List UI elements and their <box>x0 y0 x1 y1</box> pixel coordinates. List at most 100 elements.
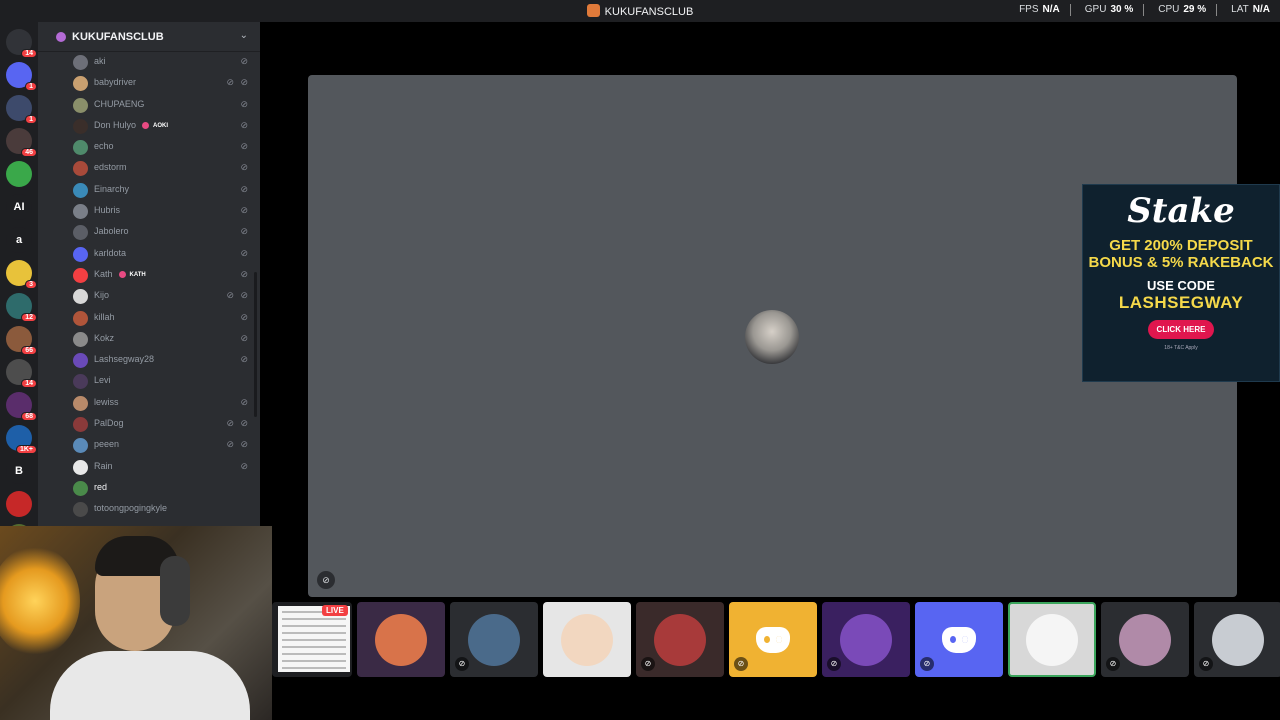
muted-mic-icon: ⊘ <box>240 268 248 279</box>
voice-member[interactable]: CHUPAENG ⊘ <box>38 95 260 116</box>
avatar <box>73 225 88 241</box>
headphones <box>160 556 190 626</box>
voice-member[interactable]: Jabolero ⊘ <box>38 222 260 243</box>
discord-server-icon[interactable]: 1 <box>6 62 37 91</box>
member-name: Einarchy <box>94 184 129 194</box>
member-name: Kath KATH <box>94 269 146 279</box>
muted-mic-icon: ⊘ <box>240 119 248 130</box>
speaker-avatar[interactable] <box>745 310 799 364</box>
member-name: edstorm <box>94 162 127 172</box>
ad-use-code: USE CODE <box>1147 278 1215 293</box>
participant-tile[interactable]: ⊘ <box>822 602 910 677</box>
voice-member[interactable]: killah ⊘ <box>38 308 260 329</box>
voice-member[interactable]: Kijo ⊘ ⊘ <box>38 286 260 307</box>
member-name: CHUPAENG <box>94 99 144 109</box>
member-name-text: babydriver <box>94 77 137 88</box>
participant-tile[interactable]: ⊘ <box>450 602 538 677</box>
voice-member[interactable]: Don Hulyo AOKI ⊘ <box>38 116 260 137</box>
participant-tile[interactable]: ⊘ <box>729 602 817 677</box>
voice-member[interactable]: PalDog ⊘ ⊘ <box>38 414 260 435</box>
muted-mic-icon: ⊘ <box>240 354 248 365</box>
discord-eye <box>950 635 956 643</box>
letter-server-icon[interactable]: a <box>6 227 32 253</box>
scrollbar[interactable] <box>254 272 257 417</box>
sponsor-ad[interactable]: Stake GET 200% DEPOSIT BONUS & 5% RAKEBA… <box>1082 184 1280 382</box>
voice-member[interactable]: Hubris ⊘ <box>38 201 260 222</box>
text-line <box>282 618 346 620</box>
participant-tile[interactable]: ⊘ <box>1101 602 1189 677</box>
member-name: totoongpogingkyle <box>94 503 167 513</box>
participant-tile[interactable]: LIVE <box>272 602 352 677</box>
participant-avatar <box>654 613 706 666</box>
voice-member[interactable]: totoongpogingkyle <box>38 499 260 520</box>
ai-server-icon[interactable]: AI <box>6 194 32 220</box>
voice-member[interactable]: Einarchy ⊘ <box>38 180 260 201</box>
member-name-text: Don Hulyo <box>94 119 137 130</box>
avatar <box>73 310 88 326</box>
participant-tile[interactable] <box>543 602 631 677</box>
discord-home-icon[interactable]: 14 <box>6 29 37 58</box>
stat-value: 30 % <box>1110 4 1134 15</box>
voice-member[interactable]: Rain ⊘ <box>38 457 260 478</box>
server-avatar-icon[interactable]: 46 <box>6 128 37 157</box>
voice-member[interactable]: karldota ⊘ <box>38 244 260 265</box>
server-avatar-icon[interactable]: 1 <box>6 95 37 124</box>
ad-click-button[interactable]: CLICK HERE <box>1147 320 1215 339</box>
member-name-text: CHUPAENG <box>94 98 145 109</box>
voice-member[interactable]: lewiss ⊘ <box>38 393 260 414</box>
pepe-server-icon[interactable] <box>6 161 32 187</box>
server-avatar-icon[interactable]: 1K+ <box>6 425 37 454</box>
server-avatar-icon[interactable]: 14 <box>6 359 37 388</box>
member-name: Levi <box>94 375 111 385</box>
deafened-icon: ⊘ <box>226 439 234 450</box>
voice-member[interactable]: Lashsegway28 ⊘ <box>38 350 260 371</box>
text-line <box>282 639 346 641</box>
voice-member[interactable]: Kokz ⊘ <box>38 329 260 350</box>
server-avatar-icon[interactable]: 12 <box>6 293 37 322</box>
member-name: peeen <box>94 439 119 449</box>
server-header[interactable]: KUKUFANSCLUB ⌄ <box>38 22 260 52</box>
voice-member[interactable]: edstorm ⊘ <box>38 158 260 179</box>
member-name: killah <box>94 312 115 322</box>
text-line <box>282 632 346 634</box>
member-name-text: Hubris <box>94 205 121 216</box>
title-bar: KUKUFANSCLUB FPS N/A GPU 30 % CPU 29 % LAT N/A <box>0 0 1280 22</box>
voice-member[interactable]: red <box>38 478 260 499</box>
pikachu-server-icon[interactable]: 3 <box>6 260 37 289</box>
stat-value: 29 % <box>1183 4 1207 15</box>
participant-tile[interactable]: ⊘ <box>1194 602 1280 677</box>
stat-gpu: GPU 30 % <box>1085 4 1133 16</box>
participant-tile[interactable] <box>1008 602 1096 677</box>
participant-tile[interactable] <box>357 602 445 677</box>
server-avatar-icon[interactable] <box>6 491 32 517</box>
server-avatar-icon[interactable]: 68 <box>6 392 37 421</box>
voice-member[interactable]: aki ⊘ <box>38 52 260 73</box>
voice-member[interactable]: peeen ⊘ ⊘ <box>38 435 260 456</box>
member-name-text: killah <box>94 311 115 322</box>
participant-tile[interactable]: ⊘ <box>636 602 724 677</box>
member-name: Jabolero <box>94 226 129 236</box>
stat-value: N/A <box>1042 4 1060 15</box>
server-initial: B <box>15 465 23 477</box>
voice-member[interactable]: echo ⊘ <box>38 137 260 158</box>
server-avatar-icon[interactable]: 66 <box>6 326 37 355</box>
muted-mic-icon: ⊘ <box>240 183 248 194</box>
member-name-text: Levi <box>94 375 111 386</box>
muted-mic-icon: ⊘ <box>240 162 248 173</box>
member-name-text: Lashsegway28 <box>94 354 155 365</box>
participant-strip: LIVE ⊘ ⊘ ⊘ ⊘ ⊘ ⊘ ⊘ <box>272 602 1280 678</box>
voice-member[interactable]: Levi <box>38 371 260 392</box>
stat-label: CPU <box>1158 4 1180 15</box>
muted-mic-icon: ⊘ <box>240 141 248 152</box>
member-name-text: peeen <box>94 439 120 450</box>
voice-member[interactable]: babydriver ⊘ ⊘ <box>38 73 260 94</box>
member-name-text: Kokz <box>94 332 115 343</box>
chevron-down-icon[interactable]: ⌄ <box>240 30 248 41</box>
participant-tile[interactable]: ⊘ <box>915 602 1003 677</box>
mention-badge: 1K+ <box>15 445 37 454</box>
server-initial: AI <box>13 201 25 213</box>
letter-server-icon[interactable]: B <box>6 458 32 484</box>
mention-badge: 1 <box>25 82 37 91</box>
participant-avatar <box>375 613 427 666</box>
voice-member[interactable]: Kath KATH ⊘ <box>38 265 260 286</box>
